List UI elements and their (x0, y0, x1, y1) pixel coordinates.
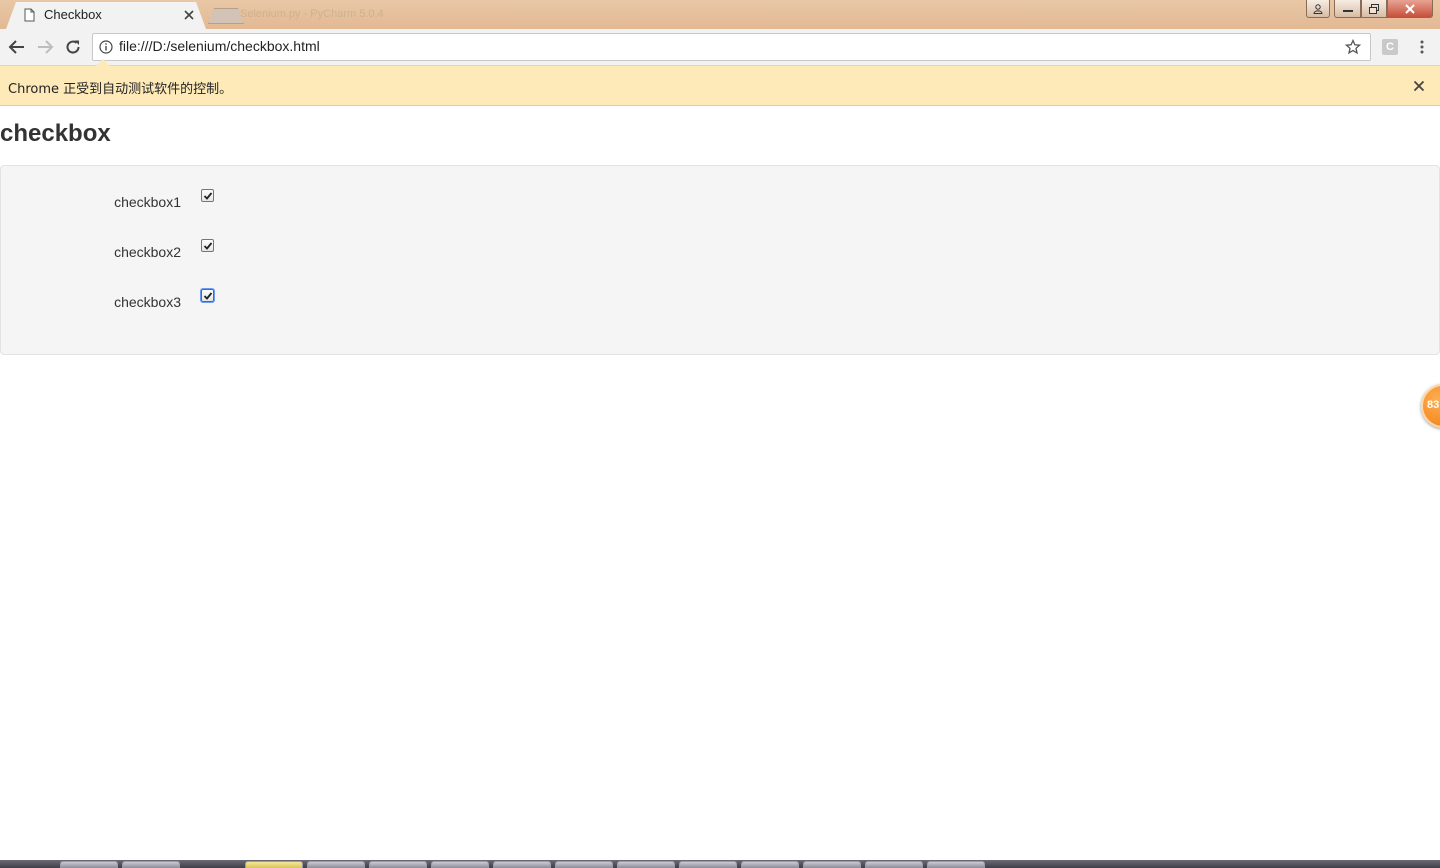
checkbox-row-1: checkbox1 (1, 189, 401, 218)
taskbar-item[interactable] (245, 861, 303, 868)
reload-icon[interactable] (64, 38, 82, 56)
back-arrow-icon[interactable] (8, 38, 26, 56)
checkbox1[interactable] (201, 189, 214, 202)
url-text[interactable]: file:///D:/selenium/checkbox.html (119, 38, 320, 54)
menu-dots-icon[interactable] (1416, 39, 1428, 55)
taskbar-item[interactable] (927, 861, 985, 868)
checkbox1-label: checkbox1 (114, 194, 181, 210)
taskbar-item[interactable] (493, 861, 551, 868)
taskbar-item[interactable] (555, 861, 613, 868)
taskbar-item[interactable] (865, 861, 923, 868)
background-window-title: Selenium.py - PyCharm 5.0.4 (240, 8, 384, 20)
bookmark-star-icon[interactable] (1345, 39, 1361, 55)
checkmark-icon (203, 292, 213, 300)
close-icon (1405, 3, 1415, 14)
taskbar-item[interactable] (60, 861, 118, 868)
browser-toolbar: file:///D:/selenium/checkbox.html C (0, 29, 1440, 66)
taskbar-item[interactable] (741, 861, 799, 868)
window-title-bar: Checkbox Selenium.py - PyCharm 5.0.4 (0, 0, 1440, 29)
checkbox3-label: checkbox3 (114, 294, 181, 310)
restore-button[interactable] (1361, 0, 1387, 18)
user-icon (1313, 3, 1323, 14)
checkbox-row-2: checkbox2 (1, 239, 401, 268)
checkbox-form: checkbox1 checkbox2 checkbox3 (0, 165, 1440, 355)
taskbar-item[interactable] (122, 861, 180, 868)
page-title: checkbox (0, 120, 111, 147)
forward-arrow-icon[interactable] (36, 38, 54, 56)
taskbar-item[interactable] (369, 861, 427, 868)
restore-icon (1369, 3, 1379, 14)
infobar-close-icon[interactable] (1413, 80, 1425, 92)
checkbox-row-3: checkbox3 (1, 289, 401, 318)
taskbar-item[interactable] (617, 861, 675, 868)
checkbox2[interactable] (201, 239, 214, 252)
badge-count: 83 (1427, 399, 1440, 411)
profile-button[interactable] (1306, 0, 1330, 18)
info-icon[interactable] (99, 40, 113, 54)
tab-checkbox[interactable]: Checkbox (6, 2, 206, 29)
floating-counter-badge[interactable]: 83 (1421, 384, 1440, 428)
automation-infobar: Chrome 正受到自动测试软件的控制。 (0, 59, 1440, 106)
taskbar-item[interactable] (431, 861, 489, 868)
checkbox2-label: checkbox2 (114, 244, 181, 260)
infobar-message: Chrome 正受到自动测试软件的控制。 (8, 82, 233, 97)
page-icon (24, 8, 35, 22)
window-close-button[interactable] (1387, 0, 1433, 18)
tab-close-icon[interactable] (183, 9, 195, 21)
extension-icon[interactable]: C (1382, 39, 1398, 55)
taskbar-item[interactable] (679, 861, 737, 868)
checkbox3[interactable] (201, 289, 214, 302)
minimize-button[interactable] (1334, 0, 1361, 18)
taskbar-item[interactable] (307, 861, 365, 868)
checkmark-icon (203, 242, 213, 250)
address-bar[interactable]: file:///D:/selenium/checkbox.html (92, 33, 1371, 61)
tab-title: Checkbox (44, 7, 102, 22)
new-tab-button[interactable] (208, 8, 244, 24)
minimize-icon (1342, 9, 1353, 12)
checkmark-icon (203, 192, 213, 200)
taskbar-item[interactable] (803, 861, 861, 868)
